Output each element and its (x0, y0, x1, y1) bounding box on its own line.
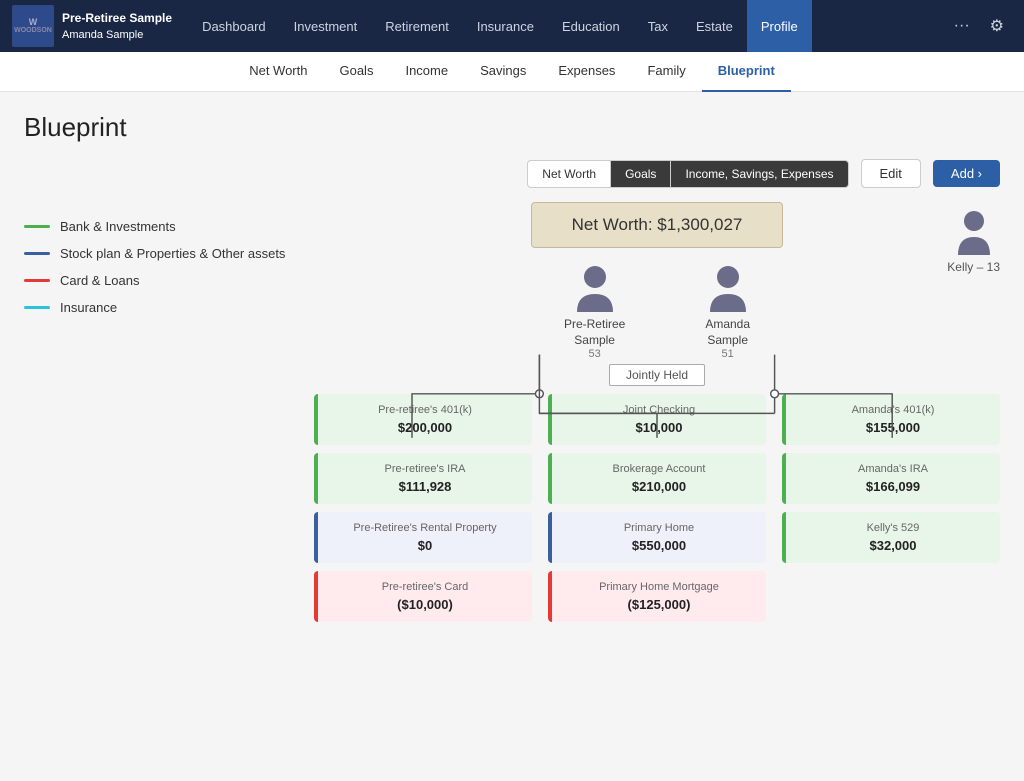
subnav-savings[interactable]: Savings (464, 52, 542, 92)
legend-line-green (24, 225, 50, 228)
subnav-goals[interactable]: Goals (323, 52, 389, 92)
accounts-col-right: Amanda's 401(k) $155,000 Amanda's IRA $1… (782, 394, 1000, 622)
tab-bar: Net Worth Goals Income, Savings, Expense… (527, 160, 848, 188)
nav-profile[interactable]: Profile (747, 0, 812, 52)
main-content: Blueprint Bank & Investments Stock plan … (0, 92, 1024, 781)
subnav-networth[interactable]: Net Worth (233, 52, 323, 92)
account-name: Amanda's IRA (798, 463, 988, 475)
legend-line-red (24, 279, 50, 282)
page-title: Blueprint (24, 112, 1000, 143)
account-value: $0 (330, 538, 520, 553)
account-preretiree-ira: Pre-retiree's IRA $111,928 (314, 453, 532, 504)
amanda-avatar (706, 264, 750, 312)
legend-label-card: Card & Loans (60, 273, 140, 288)
legend-line-blue (24, 252, 50, 255)
account-mortgage: Primary Home Mortgage ($125,000) (548, 571, 766, 622)
top-nav: W WOODSON Pre-Retiree Sample Amanda Samp… (0, 0, 1024, 52)
account-value: ($10,000) (330, 597, 520, 612)
account-preretiree-card: Pre-retiree's Card ($10,000) (314, 571, 532, 622)
account-value: $111,928 (330, 479, 520, 494)
account-primary-home: Primary Home $550,000 (548, 512, 766, 563)
legend-line-cyan (24, 306, 50, 309)
nav-estate[interactable]: Estate (682, 0, 747, 52)
add-button[interactable]: Add › (933, 160, 1000, 187)
legend-item-insurance: Insurance (24, 300, 314, 315)
legend-item-bank: Bank & Investments (24, 219, 314, 234)
account-kelly-529: Kelly's 529 $32,000 (782, 512, 1000, 563)
account-preretiree-401k: Pre-retiree's 401(k) $200,000 (314, 394, 532, 445)
account-value: $155,000 (798, 420, 988, 435)
account-name: Brokerage Account (564, 463, 754, 475)
account-name: Pre-retiree's 401(k) (330, 404, 520, 416)
account-value: $32,000 (798, 538, 988, 553)
legend-item-stock: Stock plan & Properties & Other assets (24, 246, 314, 261)
subnav-family[interactable]: Family (631, 52, 701, 92)
account-preretiree-rental: Pre-Retiree's Rental Property $0 (314, 512, 532, 563)
sub-nav: Net Worth Goals Income Savings Expenses … (0, 52, 1024, 92)
logo-box: W WOODSON (12, 5, 54, 47)
legend-label-stock: Stock plan & Properties & Other assets (60, 246, 285, 261)
logo-text: Pre-Retiree Sample Amanda Sample (62, 9, 172, 44)
preretiree-avatar (573, 264, 617, 312)
logo-area: W WOODSON Pre-Retiree Sample Amanda Samp… (12, 5, 172, 47)
subnav-income[interactable]: Income (389, 52, 464, 92)
account-name: Pre-retiree's Card (330, 581, 520, 593)
account-name: Pre-retiree's IRA (330, 463, 520, 475)
account-value: $200,000 (330, 420, 520, 435)
tab-networth[interactable]: Net Worth (527, 160, 610, 188)
account-amanda-ira: Amanda's IRA $166,099 (782, 453, 1000, 504)
client-name: Pre-Retiree Sample (62, 9, 172, 27)
amanda-age: 51 (705, 348, 750, 360)
more-icon[interactable]: ··· (946, 13, 978, 39)
nav-investment[interactable]: Investment (280, 0, 372, 52)
account-name: Kelly's 529 (798, 522, 988, 534)
nav-insurance[interactable]: Insurance (463, 0, 548, 52)
account-value: ($125,000) (564, 597, 754, 612)
account-name: Primary Home (564, 522, 754, 534)
kelly-avatar (954, 209, 994, 255)
legend-label-bank: Bank & Investments (60, 219, 176, 234)
accounts-col-left: Pre-retiree's 401(k) $200,000 Pre-retire… (314, 394, 532, 622)
tab-income-savings[interactable]: Income, Savings, Expenses (670, 160, 848, 188)
person-preretiree: Pre-RetireeSample 53 (564, 264, 625, 360)
edit-button[interactable]: Edit (861, 159, 921, 188)
accounts-grid: Pre-retiree's 401(k) $200,000 Pre-retire… (314, 394, 1000, 622)
legend-panel: Bank & Investments Stock plan & Properti… (24, 159, 314, 622)
tab-goals[interactable]: Goals (610, 160, 670, 188)
diagram-panel: Net Worth Goals Income, Savings, Expense… (314, 159, 1000, 622)
account-joint-checking: Joint Checking $10,000 (548, 394, 766, 445)
net-worth-box: Net Worth: $1,300,027 (531, 202, 784, 248)
account-value: $10,000 (564, 420, 754, 435)
client-sub: Amanda Sample (62, 27, 172, 44)
legend-item-card: Card & Loans (24, 273, 314, 288)
account-name: Joint Checking (564, 404, 754, 416)
preretiree-age: 53 (564, 348, 625, 360)
subnav-expenses[interactable]: Expenses (542, 52, 631, 92)
account-name: Primary Home Mortgage (564, 581, 754, 593)
subnav-blueprint[interactable]: Blueprint (702, 52, 791, 92)
account-brokerage: Brokerage Account $210,000 (548, 453, 766, 504)
jointly-held-label: Jointly Held (314, 364, 1000, 386)
preretiree-name: Pre-RetireeSample (564, 317, 625, 348)
account-value: $166,099 (798, 479, 988, 494)
nav-dashboard[interactable]: Dashboard (188, 0, 280, 52)
nav-items: Dashboard Investment Retirement Insuranc… (188, 0, 946, 52)
nav-retirement[interactable]: Retirement (371, 0, 463, 52)
legend-label-insurance: Insurance (60, 300, 117, 315)
amanda-name: AmandaSample (705, 317, 750, 348)
settings-icon[interactable]: ⚙ (982, 12, 1012, 40)
account-name: Amanda's 401(k) (798, 404, 988, 416)
nav-education[interactable]: Education (548, 0, 634, 52)
nav-icons: ··· ⚙ (946, 12, 1012, 40)
account-amanda-401k: Amanda's 401(k) $155,000 (782, 394, 1000, 445)
nav-tax[interactable]: Tax (634, 0, 682, 52)
account-name: Pre-Retiree's Rental Property (330, 522, 520, 534)
account-value: $210,000 (564, 479, 754, 494)
accounts-col-center: Joint Checking $10,000 Brokerage Account… (548, 394, 766, 622)
person-amanda: AmandaSample 51 (705, 264, 750, 360)
account-value: $550,000 (564, 538, 754, 553)
